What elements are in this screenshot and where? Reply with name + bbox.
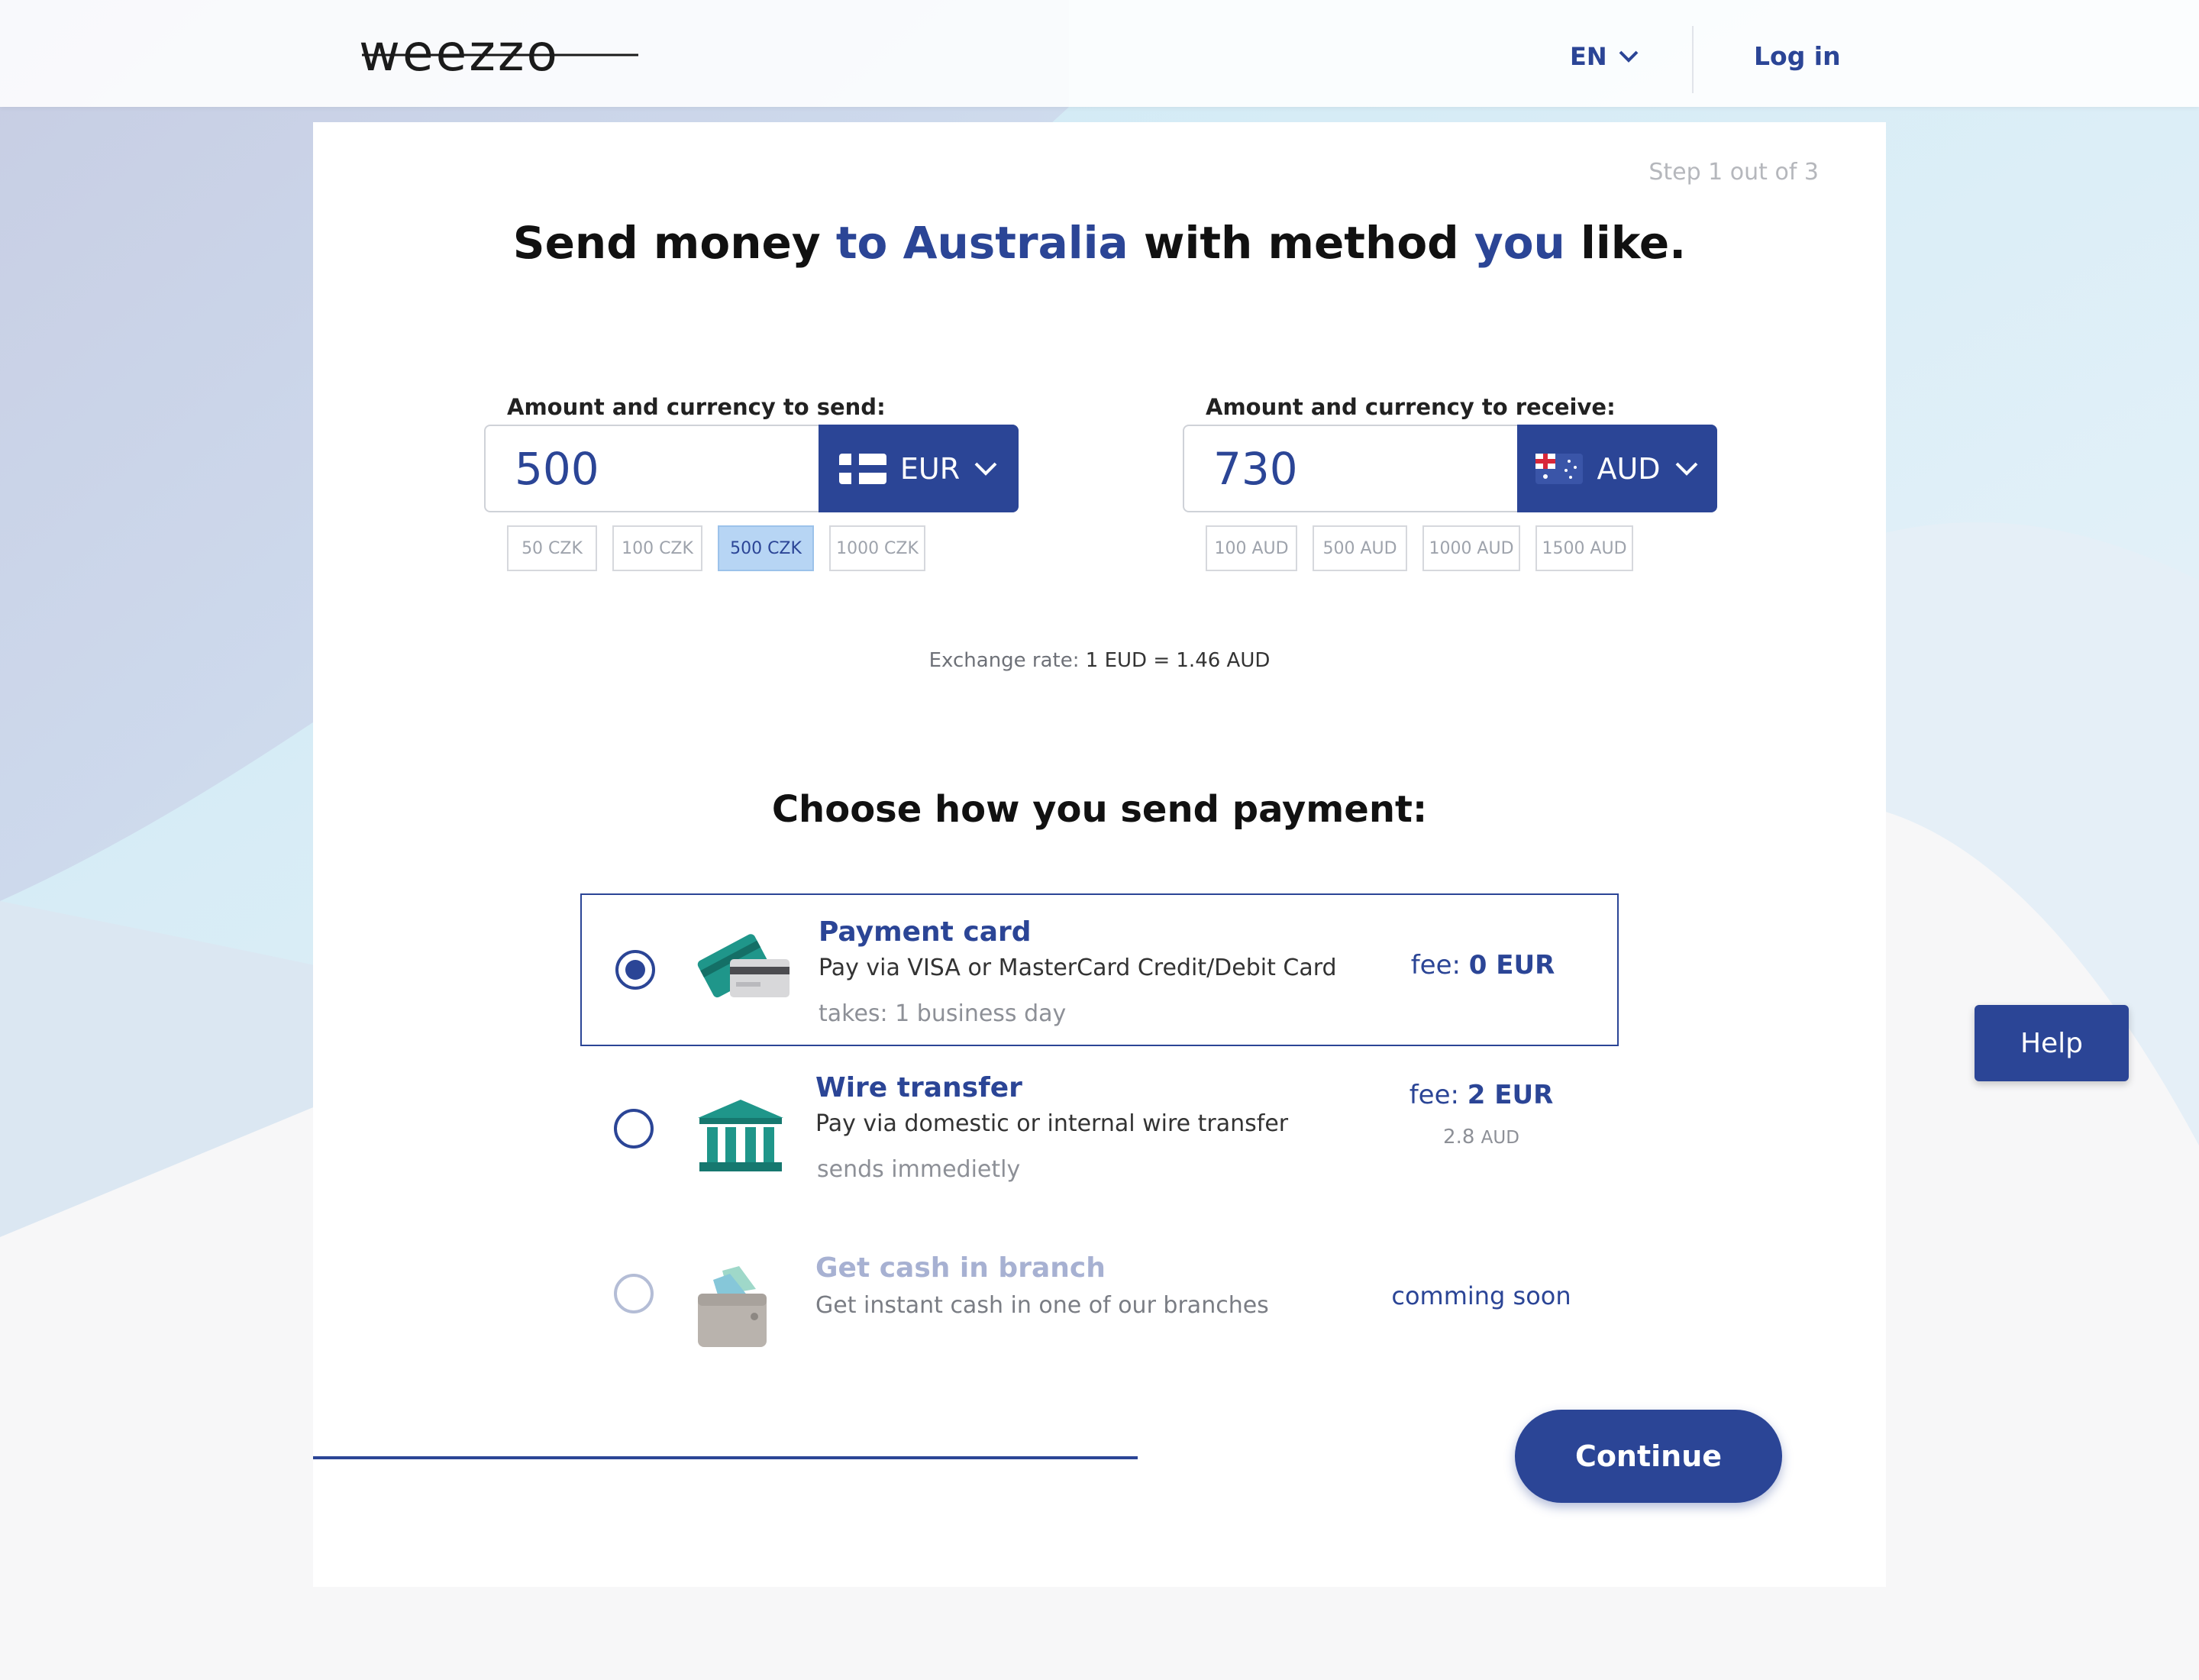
login-link[interactable]: Log in — [1754, 41, 1841, 71]
australia-flag-icon — [1535, 453, 1584, 484]
top-header: weezzo EN Log in — [0, 0, 2199, 107]
weezzo-logo[interactable]: weezzo — [359, 27, 641, 81]
method-description: Get instant cash in one of our branches — [815, 1292, 1269, 1319]
method-fee-converted: 2.8 AUD — [1443, 1126, 1519, 1149]
send-quick-amounts: 50 CZK 100 CZK 500 CZK 1000 CZK — [507, 525, 925, 571]
send-amount-input[interactable] — [515, 440, 805, 498]
quick-amount-chip[interactable]: 100 AUD — [1206, 525, 1297, 571]
payment-method-cash-option: Get cash in branch Get instant cash in o… — [580, 1207, 1619, 1347]
method-duration: takes: 1 business day — [819, 1000, 1067, 1027]
exchange-rate: Exchange rate: 1 EUD = 1.46 AUD — [313, 649, 1886, 672]
receive-quick-amounts: 100 AUD 500 AUD 1000 AUD 1500 AUD — [1206, 525, 1633, 571]
radio-disabled — [614, 1274, 654, 1313]
destination-highlight: to Australia — [835, 217, 1129, 269]
progress-line — [313, 1456, 1138, 1459]
continue-button[interactable]: Continue — [1515, 1410, 1782, 1503]
method-title: Wire transfer — [815, 1072, 1022, 1103]
quick-amount-chip[interactable]: 500 AUD — [1313, 525, 1407, 571]
quick-amount-chip[interactable]: 100 CZK — [612, 525, 702, 571]
help-button[interactable]: Help — [1975, 1005, 2129, 1081]
send-amount-box: EUR — [484, 425, 1019, 512]
chevron-down-icon — [974, 462, 997, 476]
receive-currency-dropdown[interactable]: AUD — [1517, 425, 1717, 512]
method-fee: fee: 2 EUR — [1409, 1080, 1554, 1110]
send-amount-label: Amount and currency to send: — [507, 394, 886, 420]
method-status: comming soon — [1391, 1281, 1571, 1310]
method-duration: sends immedietly — [817, 1156, 1021, 1183]
receive-amount-input[interactable] — [1213, 440, 1503, 498]
method-description: Pay via VISA or MasterCard Credit/Debit … — [819, 955, 1337, 981]
language-label: EN — [1570, 42, 1607, 71]
exchange-rate-label: Exchange rate: — [928, 649, 1080, 672]
method-title: Payment card — [819, 916, 1032, 948]
method-fee: fee: 0 EUR — [1410, 950, 1555, 981]
bank-icon — [698, 1100, 783, 1171]
radio-unselected[interactable] — [614, 1109, 654, 1149]
header-divider — [1692, 26, 1694, 93]
quick-amount-chip[interactable]: 1000 CZK — [829, 525, 925, 571]
quick-amount-chip-selected[interactable]: 500 CZK — [718, 525, 814, 571]
receive-currency-label: AUD — [1597, 451, 1661, 486]
page-title: Send money to Australia with method you … — [512, 217, 1687, 269]
chevron-down-icon — [1675, 462, 1697, 476]
send-currency-label: EUR — [899, 451, 961, 486]
radio-selected[interactable] — [615, 950, 655, 990]
language-selector[interactable]: EN — [1570, 41, 1639, 72]
payment-method-wire-option[interactable]: Wire transfer Pay via domestic or intern… — [580, 1054, 1619, 1207]
quick-amount-chip[interactable]: 1500 AUD — [1535, 525, 1633, 571]
receive-amount-box: AUD — [1183, 425, 1717, 512]
send-currency-dropdown[interactable]: EUR — [819, 425, 1019, 512]
finland-flag-icon — [838, 453, 886, 484]
wallet-icon — [698, 1266, 767, 1347]
receive-amount-label: Amount and currency to receive: — [1206, 394, 1616, 420]
exchange-rate-value: 1 EUD = 1.46 AUD — [1085, 649, 1271, 672]
chevron-down-icon — [1619, 50, 1639, 63]
step-indicator: Step 1 out of 3 — [1648, 159, 1819, 186]
payment-card-icon — [697, 934, 790, 998]
you-highlight: you — [1474, 217, 1565, 269]
method-title: Get cash in branch — [815, 1252, 1106, 1284]
payment-method-card-option[interactable]: Payment card Pay via VISA or MasterCard … — [580, 893, 1619, 1046]
quick-amount-chip[interactable]: 1000 AUD — [1422, 525, 1520, 571]
method-description: Pay via domestic or internal wire transf… — [815, 1110, 1289, 1137]
quick-amount-chip[interactable]: 50 CZK — [507, 525, 597, 571]
payment-method-heading: Choose how you send payment: — [771, 788, 1428, 831]
send-money-card: Step 1 out of 3 Send money to Australia … — [313, 122, 1886, 1587]
